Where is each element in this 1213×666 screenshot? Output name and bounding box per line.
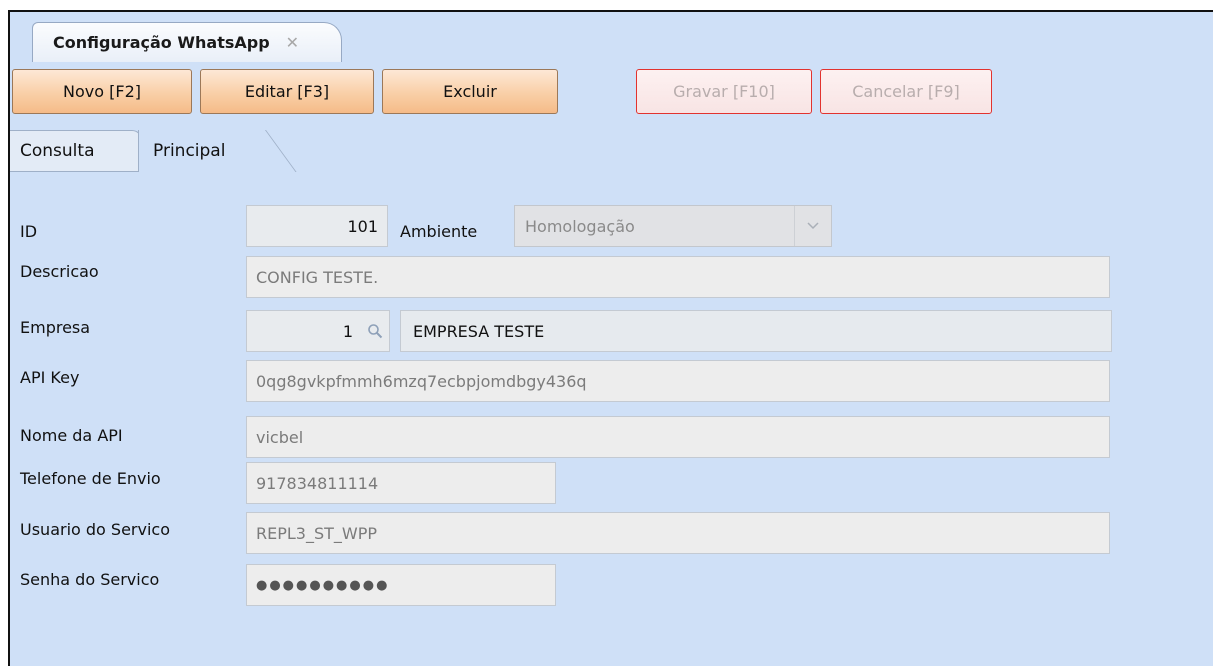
ambiente-label: Ambiente: [400, 222, 478, 241]
id-field[interactable]: 101: [246, 205, 388, 247]
telefone-label: Telefone de Envio: [20, 469, 161, 488]
document-tab-title: Configuração WhatsApp: [53, 33, 270, 52]
nome-api-label: Nome da API: [20, 426, 123, 445]
tab-consulta[interactable]: Consulta: [10, 130, 142, 172]
close-icon[interactable]: ✕: [286, 33, 299, 52]
api-key-label: API Key: [20, 368, 80, 387]
document-tab[interactable]: Configuração WhatsApp ✕: [32, 22, 343, 62]
empresa-label: Empresa: [20, 318, 91, 337]
telefone-field[interactable]: 917834811114: [246, 462, 556, 504]
ambiente-select[interactable]: Homologação: [514, 205, 832, 247]
descricao-field[interactable]: CONFIG TESTE.: [246, 256, 1110, 298]
sub-tab-strip: Consulta Principal: [10, 130, 1213, 172]
tab-principal[interactable]: Principal: [138, 130, 278, 172]
ambiente-value: Homologação: [525, 216, 635, 236]
search-icon[interactable]: [360, 310, 390, 352]
novo-button[interactable]: Novo [F2]: [12, 69, 192, 114]
excluir-button[interactable]: Excluir: [382, 69, 558, 114]
cancelar-button[interactable]: Cancelar [F9]: [820, 69, 992, 114]
empresa-name-field[interactable]: EMPRESA TESTE: [400, 310, 1112, 352]
usuario-label: Usuario do Servico: [20, 520, 170, 539]
gravar-button[interactable]: Gravar [F10]: [636, 69, 812, 114]
chevron-down-icon[interactable]: [794, 206, 831, 246]
editar-button[interactable]: Editar [F3]: [200, 69, 374, 114]
usuario-field[interactable]: REPL3_ST_WPP: [246, 512, 1110, 554]
api-key-field[interactable]: 0qg8gvkpfmmh6mzq7ecbpjomdbgy436q: [246, 360, 1110, 402]
id-label: ID: [20, 222, 38, 241]
senha-label: Senha do Servico: [20, 570, 160, 589]
nome-api-field[interactable]: vicbel: [246, 416, 1110, 458]
app-window: Configuração WhatsApp ✕ Novo [F2] Editar…: [8, 10, 1213, 666]
descricao-label: Descricao: [20, 262, 99, 281]
senha-field[interactable]: ●●●●●●●●●●: [246, 564, 556, 606]
password-mask: ●●●●●●●●●●: [256, 577, 390, 593]
